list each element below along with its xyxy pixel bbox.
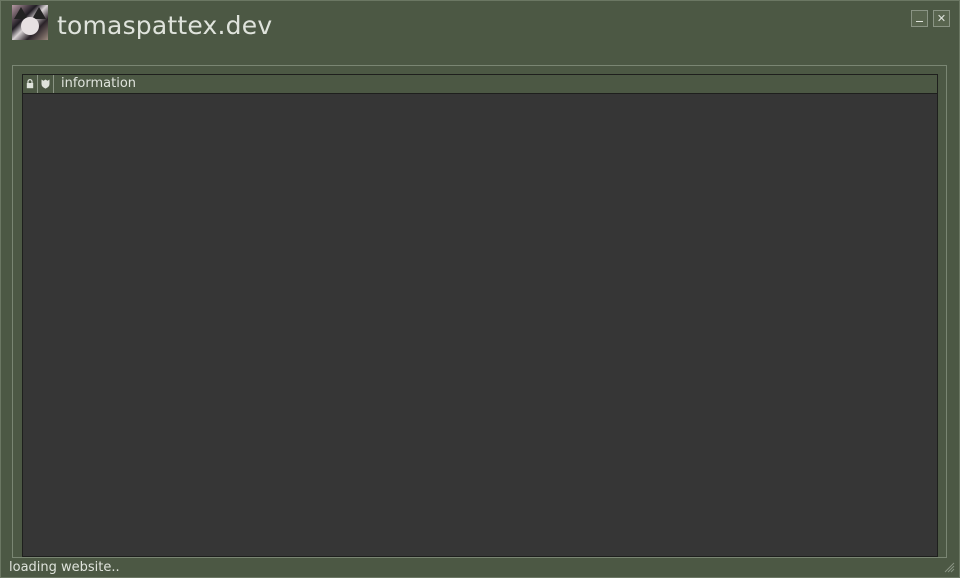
minimize-icon xyxy=(916,21,923,22)
cat-avatar-icon xyxy=(12,5,48,40)
close-button[interactable]: ✕ xyxy=(933,10,950,27)
status-text: loading website.. xyxy=(9,560,120,575)
column-header-shield[interactable] xyxy=(38,75,54,93)
list-body[interactable] xyxy=(23,94,937,556)
close-icon: ✕ xyxy=(936,12,947,25)
column-header-information[interactable]: information xyxy=(54,75,937,93)
resize-grip-icon[interactable] xyxy=(944,562,955,573)
window-title: tomaspattex.dev xyxy=(57,11,273,40)
info-list: information xyxy=(22,74,938,557)
avatar-face xyxy=(21,17,39,35)
minimize-button[interactable] xyxy=(911,10,928,27)
column-header-label: information xyxy=(61,76,137,91)
lock-icon xyxy=(26,79,34,89)
status-bar: loading website.. xyxy=(0,558,958,576)
shield-icon xyxy=(41,79,50,89)
list-header: information xyxy=(23,75,937,94)
column-header-lock[interactable] xyxy=(23,75,38,93)
title-bar[interactable]: tomaspattex.dev ✕ xyxy=(1,1,959,51)
